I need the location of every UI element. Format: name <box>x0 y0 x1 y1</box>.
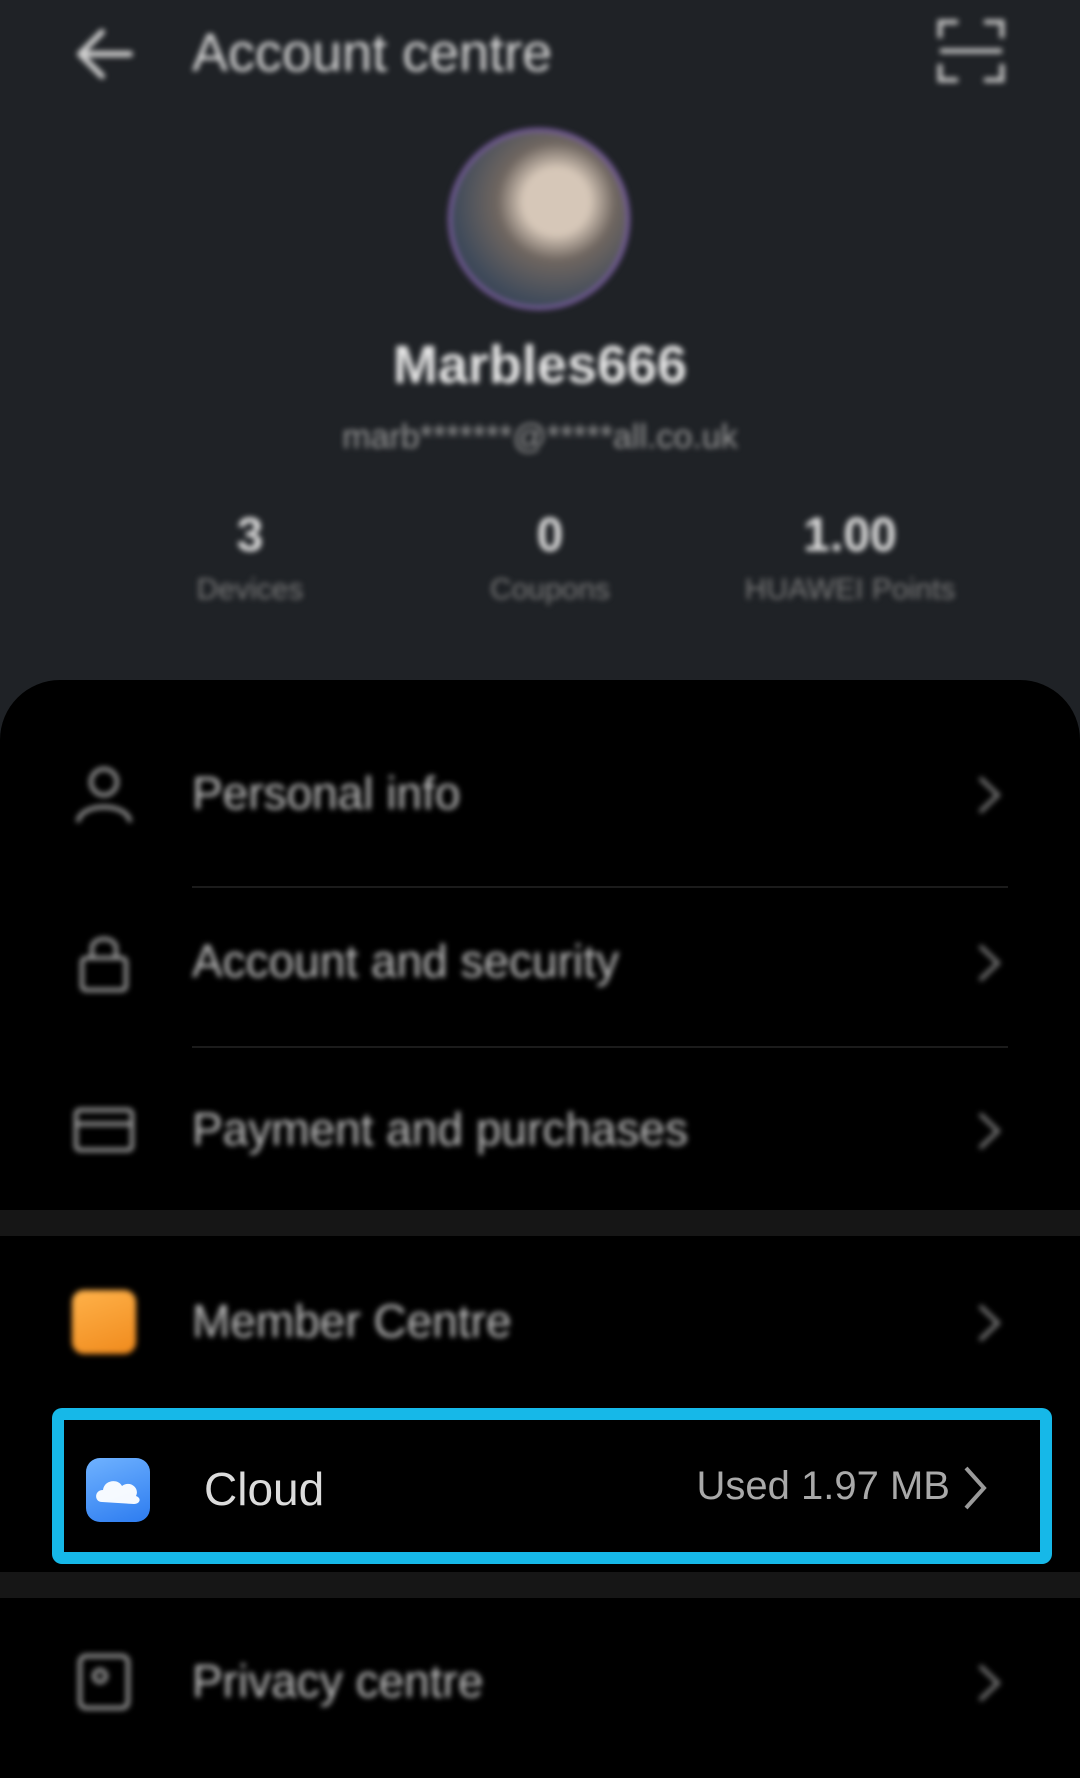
menu-item-member-centre[interactable]: Member Centre <box>0 1240 1080 1400</box>
page-title: Account centre <box>192 23 553 83</box>
stat-label: HUAWEI Points <box>744 573 956 606</box>
stat-label: Coupons <box>489 573 611 606</box>
menu-item-label: Account and security <box>192 935 620 987</box>
section-separator <box>0 1210 1080 1236</box>
card-icon <box>74 1108 134 1152</box>
lock-icon <box>80 937 128 992</box>
menu-item-label: Cloud <box>204 1463 325 1515</box>
back-arrow-icon[interactable] <box>72 26 134 82</box>
menu-item-cloud[interactable]: Cloud Used 1.97 MB <box>52 1408 1052 1564</box>
stat-label: Devices <box>196 573 304 606</box>
top-bar: Account centre <box>0 0 1080 110</box>
chevron-right-icon <box>978 944 1001 982</box>
chevron-right-icon <box>978 1664 1001 1702</box>
cloud-icon <box>86 1458 150 1522</box>
chevron-right-icon <box>964 1466 987 1510</box>
menu-item-label: Member Centre <box>192 1295 512 1347</box>
scan-icon[interactable] <box>936 16 1006 86</box>
menu-item-label: Personal info <box>192 767 461 819</box>
stat-points[interactable]: 1.00 HUAWEI Points <box>700 508 1000 618</box>
menu-item-label: Payment and purchases <box>192 1103 689 1155</box>
chevron-right-icon <box>978 776 1001 814</box>
email-address: marb*******@*****all.co.uk <box>342 418 738 456</box>
menu-item-account-security[interactable]: Account and security <box>0 880 1080 1040</box>
avatar[interactable] <box>452 132 626 306</box>
menu-item-label: Privacy centre <box>192 1655 484 1707</box>
menu-item-payment[interactable]: Payment and purchases <box>0 1048 1080 1208</box>
menu-item-privacy-centre[interactable]: Privacy centre <box>0 1600 1080 1760</box>
person-icon <box>76 767 132 823</box>
menu-item-personal-info[interactable]: Personal info <box>0 712 1080 872</box>
privacy-icon <box>78 1654 130 1710</box>
account-stats: 3 Devices 0 Coupons 1.00 HUAWEI Points <box>100 508 1000 618</box>
chevron-right-icon <box>978 1112 1001 1150</box>
stat-coupons[interactable]: 0 Coupons <box>400 508 700 618</box>
section-separator <box>0 1572 1080 1598</box>
stat-value: 0 <box>536 509 564 562</box>
stat-value: 1.00 <box>803 509 897 562</box>
storage-used-value: Used 1.97 MB <box>696 1464 950 1508</box>
member-icon <box>72 1290 136 1354</box>
stat-devices[interactable]: 3 Devices <box>100 508 400 618</box>
stat-value: 3 <box>236 509 264 562</box>
username: Marbles666 <box>392 335 688 395</box>
chevron-right-icon <box>978 1304 1001 1342</box>
